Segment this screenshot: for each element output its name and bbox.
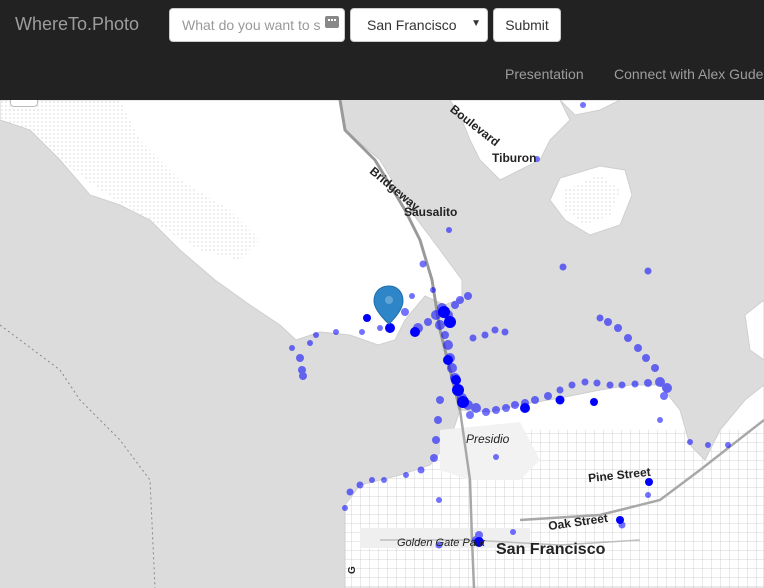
city-select-value: San Francisco — [367, 17, 457, 33]
city-select[interactable]: San Francisco ▼ — [350, 8, 488, 42]
map-label-edge: G — [347, 566, 358, 574]
search-input[interactable] — [169, 8, 345, 42]
zoom-control[interactable] — [10, 100, 38, 107]
map[interactable]: Boulevard Tiburon Bridgeway Sausalito Pr… — [0, 100, 764, 588]
brand-logo[interactable]: WhereTo.Photo — [15, 14, 139, 35]
map-label-presidio: Presidio — [466, 432, 510, 446]
map-label-sausalito: Sausalito — [404, 205, 458, 219]
map-label-golden-gate-park: Golden Gate Park — [397, 537, 486, 549]
map-label-san-francisco: San Francisco — [496, 541, 606, 558]
chevron-down-icon: ▼ — [471, 18, 481, 29]
submit-button[interactable]: Submit — [493, 8, 561, 42]
nav-link-connect[interactable]: Connect with Alex Gude — [614, 66, 763, 82]
navbar: WhereTo.Photo San Francisco ▼ Submit Pre… — [0, 0, 764, 100]
keyboard-icon[interactable] — [325, 16, 339, 28]
nav-link-presentation[interactable]: Presentation — [505, 66, 584, 82]
map-label-tiburon: Tiburon — [492, 151, 537, 165]
